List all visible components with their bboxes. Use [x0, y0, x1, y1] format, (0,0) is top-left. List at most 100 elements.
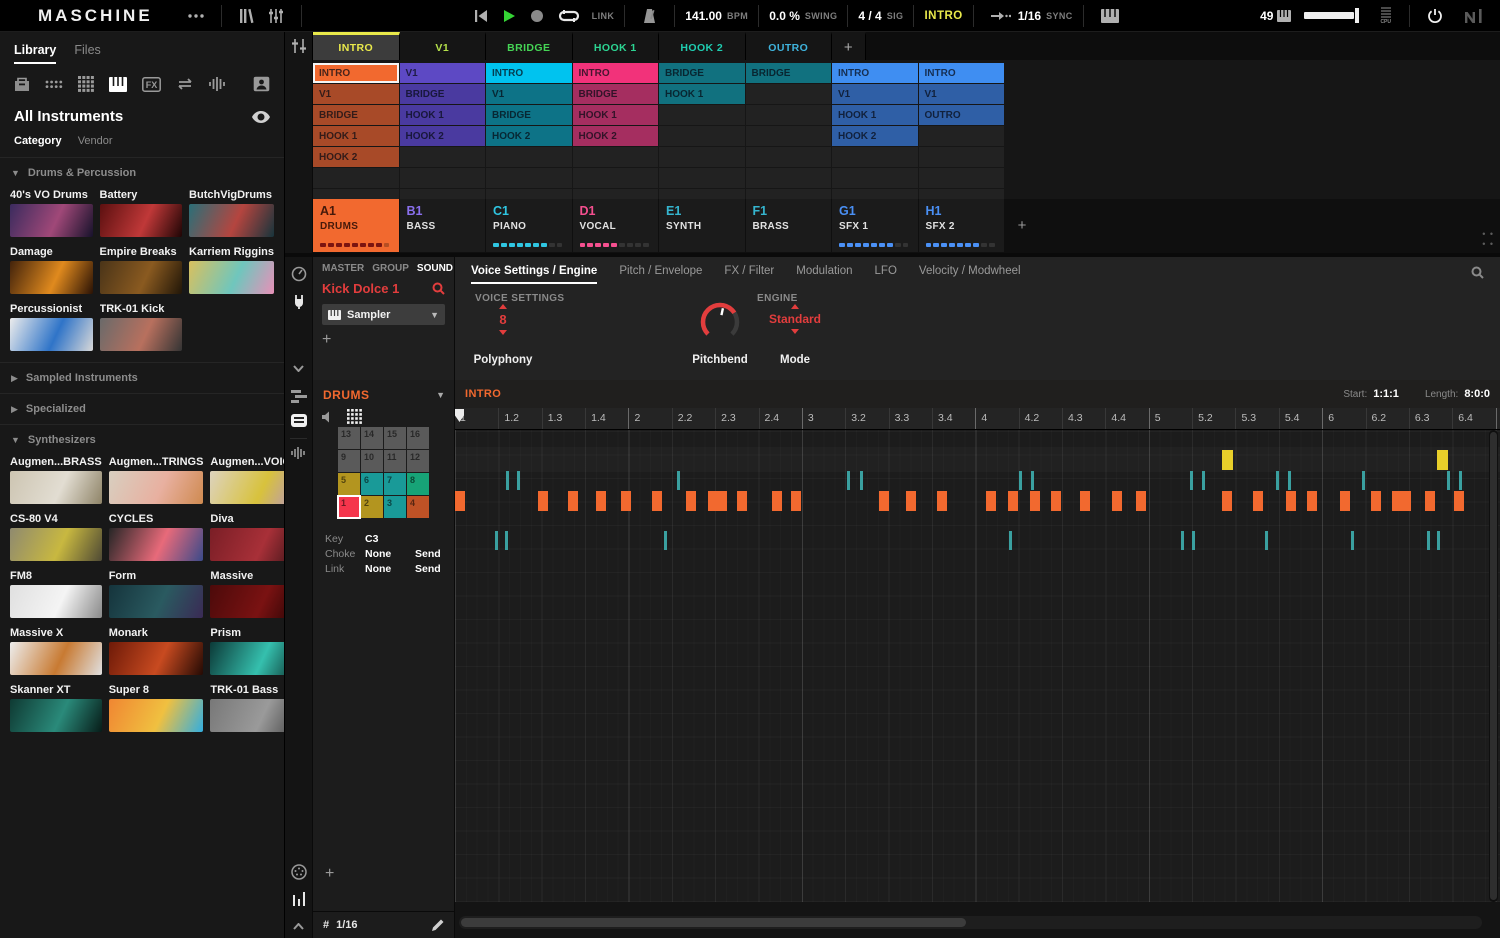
pattern-cell-h1-outro[interactable]: OUTRO: [919, 105, 1005, 125]
note-hat-open[interactable]: [517, 471, 520, 490]
add-group-button[interactable]: +: [1005, 199, 1039, 252]
projects-icon[interactable]: [14, 77, 30, 92]
note-hat-closed[interactable]: [1265, 531, 1268, 550]
section-header-specialized[interactable]: ▶Specialized: [0, 393, 284, 424]
master-volume-slider[interactable]: [1304, 8, 1366, 23]
group-tile-a1[interactable]: A1DRUMS: [313, 199, 399, 252]
library-item-massive-x[interactable]: Massive X: [10, 627, 102, 675]
loop-icon[interactable]: [551, 9, 587, 23]
choke-send[interactable]: Send: [415, 547, 449, 561]
pattern-slot[interactable]: [659, 147, 745, 167]
pattern-cell-a1-intro[interactable]: INTRO: [313, 63, 399, 83]
note-kick[interactable]: [879, 491, 889, 511]
pattern-cell-c1-intro[interactable]: INTRO: [486, 63, 572, 83]
params-search-icon[interactable]: [1471, 266, 1484, 279]
note-kick[interactable]: [1008, 491, 1018, 511]
pattern-slot[interactable]: [486, 168, 572, 188]
note-grid[interactable]: [455, 430, 1500, 902]
pattern-cell-d1-hook-1[interactable]: HOOK 1: [573, 105, 659, 125]
tab-modulation[interactable]: Modulation: [796, 265, 852, 282]
note-hat-open[interactable]: [1276, 471, 1279, 490]
tab-fx-filter[interactable]: FX / Filter: [724, 265, 774, 282]
library-item-battery[interactable]: Battery: [100, 189, 183, 237]
library-item-monark[interactable]: Monark: [109, 627, 204, 675]
note-kick[interactable]: [1307, 491, 1317, 511]
note-accent[interactable]: [1437, 450, 1448, 470]
pattern-slot[interactable]: [919, 168, 1005, 188]
add-plugin-button[interactable]: +: [322, 332, 336, 348]
link-send[interactable]: Send: [415, 562, 449, 576]
pattern-cell-d1-bridge[interactable]: BRIDGE: [573, 84, 659, 104]
quantize-value[interactable]: 1/16: [1018, 9, 1041, 23]
loops-icon[interactable]: [176, 77, 194, 91]
pattern-cell-c1-hook-2[interactable]: HOOK 2: [486, 126, 572, 146]
bpm-value[interactable]: 141.00: [685, 9, 722, 23]
pattern-cell-h1-intro[interactable]: INTRO: [919, 63, 1005, 83]
audio-engine-power-icon[interactable]: [1420, 8, 1450, 24]
note-hat-closed[interactable]: [1351, 531, 1354, 550]
pattern-cell-g1-hook-1[interactable]: HOOK 1: [832, 105, 918, 125]
pattern-slot[interactable]: [919, 126, 1005, 146]
ruler-tick-7[interactable]: 7: [1496, 408, 1500, 429]
note-hat-open[interactable]: [1019, 471, 1022, 490]
note-hat-open[interactable]: [677, 471, 680, 490]
note-kick[interactable]: [596, 491, 606, 511]
key-value[interactable]: C3: [365, 532, 415, 546]
note-kick[interactable]: [568, 491, 578, 511]
pattern-slot[interactable]: [486, 147, 572, 167]
pad-7[interactable]: 7: [384, 473, 406, 495]
library-item-cycles[interactable]: CYCLES: [109, 513, 204, 561]
events-view-icon[interactable]: [285, 414, 312, 427]
tab-voice-settings-engine[interactable]: Voice Settings / Engine: [471, 265, 597, 284]
note-kick[interactable]: [772, 491, 782, 511]
audio-view-icon[interactable]: [285, 446, 312, 460]
vertical-scrollbar[interactable]: [1489, 430, 1498, 902]
note-accent[interactable]: [1222, 450, 1233, 470]
note-hat-open[interactable]: [1362, 471, 1365, 490]
follow-playhead-icon[interactable]: [984, 11, 1018, 21]
pattern-slot[interactable]: [486, 189, 572, 199]
note-kick[interactable]: [737, 491, 747, 511]
note-kick[interactable]: [1454, 491, 1464, 511]
plugin-icon[interactable]: [285, 293, 312, 309]
scene-tab-v1[interactable]: V1: [400, 32, 487, 60]
note-hat-closed[interactable]: [495, 531, 498, 550]
library-item-form[interactable]: Form: [109, 570, 204, 618]
pad-9[interactable]: 9: [338, 450, 360, 472]
pattern-slot[interactable]: [659, 189, 745, 199]
ruler-tick-4[interactable]: 4: [975, 408, 1018, 429]
midi-icon[interactable]: [285, 864, 312, 880]
note-kick[interactable]: [1392, 491, 1402, 511]
scene-tab-intro[interactable]: INTRO: [313, 32, 400, 60]
pattern-cell-g1-hook-2[interactable]: HOOK 2: [832, 126, 918, 146]
note-kick[interactable]: [1136, 491, 1146, 511]
scene-tab-bridge[interactable]: BRIDGE: [486, 32, 573, 60]
pattern-name[interactable]: INTRO: [465, 388, 501, 400]
group-tile-e1[interactable]: E1SYNTH: [659, 199, 745, 252]
group-tile-g1[interactable]: G1SFX 1: [832, 199, 918, 252]
channel-properties-icon[interactable]: [285, 266, 312, 282]
note-hat-closed[interactable]: [1181, 531, 1184, 550]
time-signature-value[interactable]: 4 / 4: [858, 9, 881, 23]
library-item-butchvigdrums[interactable]: ButchVigDrums: [189, 189, 274, 237]
pattern-slot[interactable]: [313, 189, 399, 199]
pattern-cell-f1-bridge[interactable]: BRIDGE: [746, 63, 832, 83]
sound-name[interactable]: Kick Dolce 1: [322, 281, 399, 296]
pattern-cell-b1-hook-1[interactable]: HOOK 1: [400, 105, 486, 125]
choke-value[interactable]: None: [365, 547, 415, 561]
sounds-icon[interactable]: [78, 76, 94, 92]
start-value[interactable]: 1:1:1: [1373, 388, 1399, 400]
link-toggle[interactable]: LINK: [592, 11, 615, 21]
note-hat-open[interactable]: [506, 471, 509, 490]
library-item-super-8[interactable]: Super 8: [109, 684, 204, 732]
group-tile-h1[interactable]: H1SFX 2: [919, 199, 1005, 252]
note-kick[interactable]: [1112, 491, 1122, 511]
library-item-karriem-riggins[interactable]: Karriem Riggins: [189, 246, 274, 294]
pattern-cell-d1-intro[interactable]: INTRO: [573, 63, 659, 83]
mode-up-icon[interactable]: [791, 304, 799, 309]
pattern-cell-a1-hook-2[interactable]: HOOK 2: [313, 147, 399, 167]
pad-10[interactable]: 10: [361, 450, 383, 472]
pattern-cell-b1-hook-2[interactable]: HOOK 2: [400, 126, 486, 146]
note-kick[interactable]: [538, 491, 548, 511]
ruler-tick-6-4[interactable]: 6.4: [1452, 408, 1495, 429]
